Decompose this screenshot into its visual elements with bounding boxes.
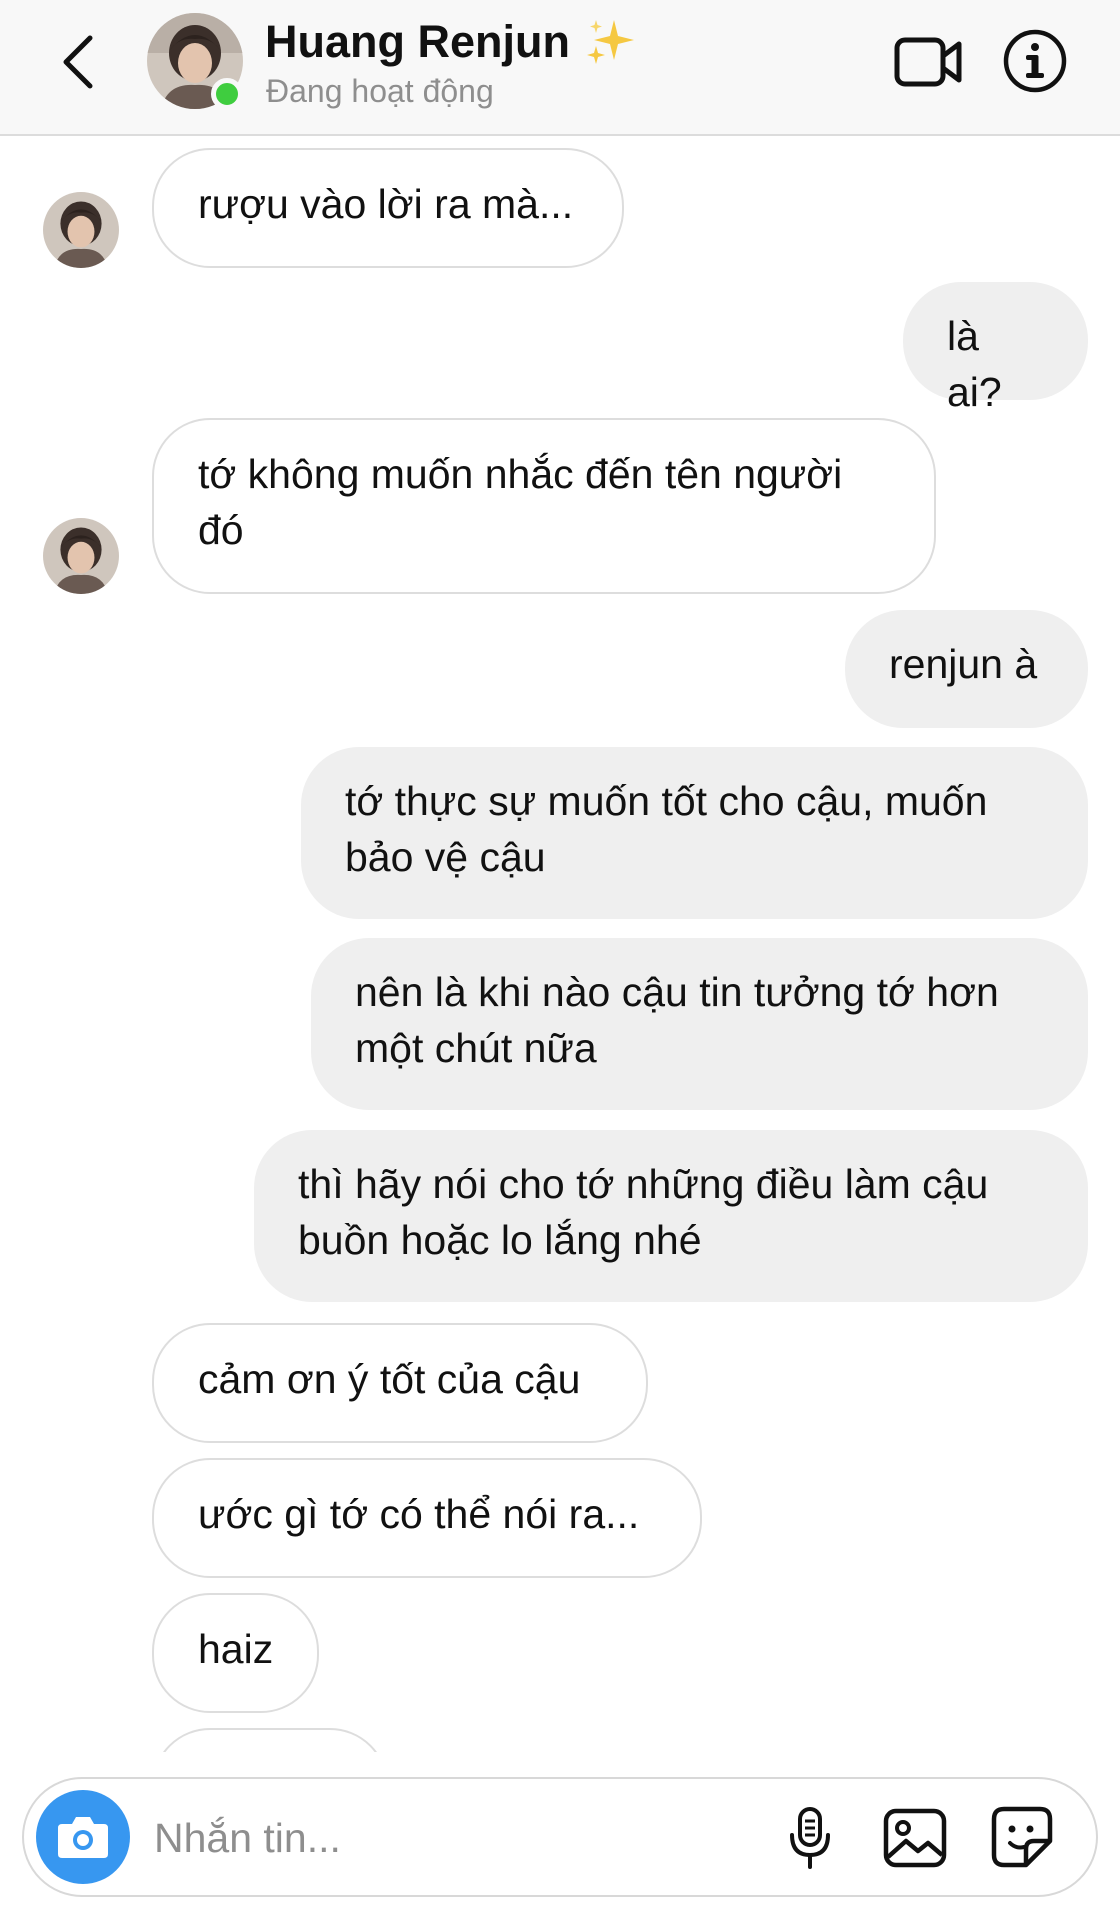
message-composer (22, 1777, 1098, 1897)
message-thread[interactable]: rượu vào lời ra mà... là ai? tớ không mu… (0, 136, 1120, 1752)
outgoing-message[interactable]: thì hãy nói cho tớ những điều làm cậu bu… (254, 1130, 1088, 1302)
info-button[interactable] (1002, 28, 1068, 94)
outgoing-message[interactable]: là ai? (903, 282, 1088, 415)
camera-button[interactable] (36, 1790, 130, 1884)
sticker-icon (991, 1806, 1053, 1868)
info-icon (1003, 29, 1067, 93)
image-gallery-icon (883, 1808, 947, 1868)
incoming-message[interactable]: tớ không muốn nhắc đến tên người đó (152, 418, 936, 594)
message-input[interactable] (152, 1807, 756, 1869)
camera-icon (58, 1817, 108, 1858)
activity-status: Đang hoạt động (266, 73, 494, 109)
outgoing-message[interactable]: renjun à (845, 610, 1088, 728)
incoming-message[interactable]: rượu vào lời ra mà... (152, 148, 624, 268)
incoming-message-partial[interactable] (152, 1728, 388, 1752)
incoming-message[interactable]: ước gì tớ có thể nói ra... (152, 1458, 702, 1578)
back-button[interactable] (50, 30, 110, 94)
outgoing-message[interactable]: nên là khi nào cậu tin tưởng tớ hơn một … (311, 938, 1088, 1110)
microphone-icon (790, 1807, 830, 1869)
sender-avatar[interactable] (43, 518, 119, 594)
video-camera-icon (894, 37, 962, 87)
chevron-left-icon (63, 35, 93, 89)
contact-name[interactable]: Huang Renjun (265, 16, 636, 68)
chat-header: Huang Renjun Đang hoạt động (0, 0, 1120, 136)
online-status-dot (211, 78, 243, 110)
incoming-message[interactable]: haiz (152, 1593, 319, 1713)
sparkles-icon (586, 20, 634, 64)
gallery-button[interactable] (882, 1807, 948, 1869)
contact-name-text: Huang Renjun (265, 16, 570, 67)
sticker-button[interactable] (990, 1805, 1054, 1869)
sender-avatar[interactable] (43, 192, 119, 268)
video-call-button[interactable] (893, 30, 965, 94)
outgoing-message[interactable]: tớ thực sự muốn tốt cho cậu, muốn bảo vệ… (301, 747, 1088, 919)
voice-message-button[interactable] (784, 1805, 836, 1871)
incoming-message[interactable]: cảm ơn ý tốt của cậu (152, 1323, 648, 1443)
chat-screen: Huang Renjun Đang hoạt động rượu vào lời… (0, 0, 1120, 1920)
